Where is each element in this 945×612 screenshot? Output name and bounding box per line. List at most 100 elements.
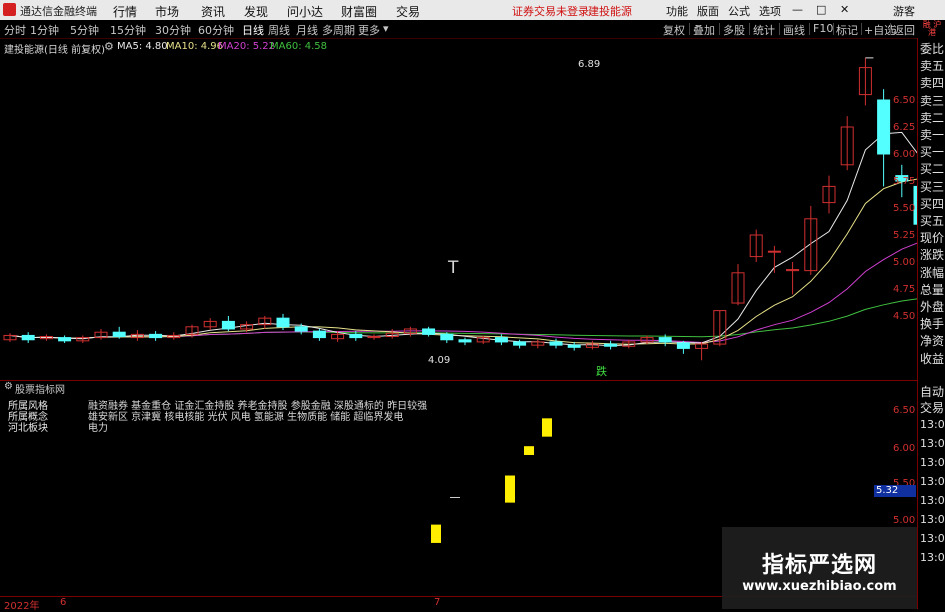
trade-time: 13:0 <box>920 437 945 450</box>
menu-item-xuanxiang[interactable]: 选项 <box>759 3 781 19</box>
price-axis-tick: 5.75 <box>893 176 916 187</box>
guest-label[interactable]: 游客 <box>893 3 915 19</box>
menu-item-faxian[interactable]: 发现 <box>244 3 268 20</box>
period-tab-15min[interactable]: 15分钟 <box>110 22 146 38</box>
period-tab-multi[interactable]: 多周期 <box>322 22 355 38</box>
quote-field-label: 卖二 <box>920 110 945 125</box>
period-tab-weekly[interactable]: 周线 <box>268 22 290 38</box>
menu-item-gongshi[interactable]: 公式 <box>728 3 750 19</box>
quote-field-label: 买四 <box>920 196 945 211</box>
menu-item-banmian[interactable]: 版面 <box>697 3 719 19</box>
tool-f10[interactable]: F10 <box>813 22 833 35</box>
lower-pane-header: ⚙ 股票指标网 <box>0 380 917 396</box>
toolbar-divider <box>890 23 891 35</box>
price-axis-tick: 5.00 <box>893 257 916 268</box>
quote-field-label: 卖一 <box>920 128 945 142</box>
window-close-icon[interactable]: ✕ <box>840 3 849 16</box>
quote-field-label: 外盘 <box>920 300 945 314</box>
current-stock-name: 建投能源 <box>588 5 632 18</box>
quote-side-panel: 融 沪港 委比 卖五 卖四 卖三 卖二 卖一 买一 买二 买三 买四 买五 现价 涨跌 涨幅 总量 外盘 换手净… <box>917 21 945 609</box>
period-tab-1min[interactable]: 1分钟 <box>30 22 59 38</box>
period-tab-5min[interactable]: 5分钟 <box>70 22 99 38</box>
menu-item-zixun[interactable]: 资讯 <box>201 3 225 20</box>
candle-body <box>567 344 581 348</box>
menu-item-wenxiaoda[interactable]: 问小达 <box>287 3 323 20</box>
current-price-box: 5.32 <box>874 485 916 497</box>
trade-time: 13:0 <box>920 551 945 564</box>
candle-body <box>549 341 563 346</box>
menu-item-jiaoyi[interactable]: 交易 <box>396 3 420 20</box>
more-dropdown-icon[interactable]: ▾ <box>383 22 389 35</box>
price-axis-tick: 5.50 <box>893 203 916 214</box>
app-logo-icon <box>3 3 16 16</box>
quote-field-label: 现价 <box>920 231 945 246</box>
menu-item-shichang[interactable]: 市场 <box>155 3 179 20</box>
period-tab-daily[interactable]: 日线 <box>242 22 264 38</box>
quote-field-label: 卖三 <box>920 93 945 108</box>
tool-diejia[interactable]: 叠加 <box>693 22 715 38</box>
watermark-title: 指标严选网 <box>761 553 877 578</box>
watermark: 指标严选网 www.xuezhibiao.com <box>722 527 917 609</box>
candle-body <box>349 333 363 339</box>
period-tab-60min[interactable]: 60分钟 <box>198 22 234 38</box>
date-axis-year: 2022年 <box>4 601 40 612</box>
ma20-line <box>9 242 917 344</box>
candle-body <box>458 339 472 343</box>
candle-body <box>877 99 891 155</box>
quote-field-label: 买二 <box>920 162 945 177</box>
ma60-line <box>9 298 917 339</box>
indicator-gear-icon[interactable]: ⚙ <box>4 381 13 392</box>
candle-body <box>767 250 781 253</box>
menu-item-caifuquan[interactable]: 财富圈 <box>341 3 377 20</box>
candle-body <box>440 333 454 341</box>
quote-field-label: 买五 <box>920 214 945 228</box>
candle-body <box>221 320 235 330</box>
lower-axis-tick: 6.00 <box>893 443 916 454</box>
tool-back[interactable]: 返回 <box>893 22 915 38</box>
period-tab-30min[interactable]: 30分钟 <box>155 22 191 38</box>
quote-field-label: 买三 <box>920 179 945 194</box>
candle-body <box>112 331 126 338</box>
quote-field-label: 卖四 <box>920 76 945 91</box>
candlestick-chart[interactable] <box>0 38 917 380</box>
trade-field-label[interactable]: 交易 <box>920 401 944 416</box>
indicator-bar <box>524 446 534 455</box>
tool-tongji[interactable]: 统计 <box>753 22 775 38</box>
indicator-bar <box>431 524 441 543</box>
quote-field-label: 换手 <box>920 317 945 332</box>
candle-body <box>676 342 690 349</box>
ma10-line <box>9 178 917 345</box>
tool-duogu[interactable]: 多股 <box>723 22 745 38</box>
toolbar-divider <box>779 23 780 35</box>
period-toolbar: 分时 1分钟 5分钟 15分钟 30分钟 60分钟 日线 周线 月线 多周期 更… <box>0 20 945 39</box>
trade-time: 13:0 <box>920 532 945 545</box>
price-axis-tick: 4.50 <box>893 311 916 322</box>
tool-fuquan[interactable]: 复权 <box>663 22 685 38</box>
price-axis-tick: 4.75 <box>893 284 916 295</box>
watermark-url: www.xuezhibiao.com <box>742 579 897 594</box>
menu-item-hangqing[interactable]: 行情 <box>113 3 137 20</box>
price-axis-tick: 6.25 <box>893 122 916 133</box>
trade-field-label[interactable]: 自动 <box>920 385 944 400</box>
quote-field-label: 涨幅 <box>920 265 945 280</box>
window-minimize-icon[interactable]: — <box>792 3 803 16</box>
candle-body <box>422 328 436 335</box>
menu-item-gongneng[interactable]: 功能 <box>666 3 688 19</box>
period-tab-monthly[interactable]: 月线 <box>296 22 318 38</box>
period-tab-fenshi[interactable]: 分时 <box>4 22 26 38</box>
date-axis-month: 6 <box>60 597 67 608</box>
tool-huaxian[interactable]: 画线 <box>783 22 805 38</box>
period-tab-more[interactable]: 更多 <box>358 22 380 38</box>
login-status[interactable]: 证券交易未登录 <box>512 3 589 19</box>
indicator-bar <box>505 475 515 503</box>
quote-field-label: 收益 <box>920 351 945 366</box>
toolbar-divider <box>861 23 862 35</box>
window-maximize-icon[interactable]: □ <box>816 3 826 16</box>
candle-body <box>21 334 35 341</box>
quote-field-label: 卖五 <box>920 59 945 74</box>
toolbar-divider <box>833 23 834 35</box>
lower-axis-tick: 5.00 <box>893 515 916 526</box>
candle-body <box>276 317 290 328</box>
tool-biaoji[interactable]: 标记 <box>836 22 858 38</box>
toolbar-divider <box>719 23 720 35</box>
